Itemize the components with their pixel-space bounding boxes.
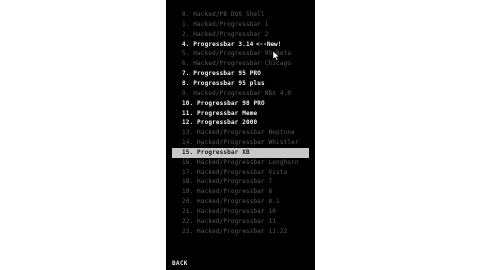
menu-item-label: 17. Hacked/Progressbar Vista <box>182 168 288 176</box>
menu-item-label: 9. Hacked/Progressbar NBX 4.0 <box>182 89 292 97</box>
menu-item-label: 2. Hacked/Progressbar 2 <box>182 30 269 38</box>
menu-item-label: 12. Progressbar 2000 <box>182 119 258 127</box>
new-tag-label: <--New! <box>256 40 282 48</box>
menu-item-label: 0. Hacked/PB DOS Shell <box>182 11 265 18</box>
menu-item-label: 18. Hacked/Progressbar 7 <box>182 178 273 186</box>
menu-item-label: 14. Hacked/Progressbar Whistler <box>182 139 299 147</box>
mouse-pointer-icon <box>273 51 280 61</box>
menu-item[interactable]: 23. Hacked/Progressbar 11.22 <box>172 227 309 237</box>
menu-item-label: 10. Progressbar 98 PRO <box>182 99 265 107</box>
menu-item[interactable]: 4. Progressbar 3.14 <box>172 40 309 50</box>
menu-item-label: 1. Hacked/Progressbar 1 <box>182 20 269 28</box>
menu-item[interactable]: 16. Hacked/Progressbar Longhorn <box>172 158 309 168</box>
menu-item[interactable]: 15. Progressbar XB <box>172 147 309 158</box>
menu-item-label: 22. Hacked/Progressbar 11 <box>182 217 277 225</box>
menu-item[interactable]: 18. Hacked/Progressbar 7 <box>172 177 309 187</box>
menu-item[interactable]: 19. Hacked/Progressbar 8 <box>172 187 309 197</box>
menu-item[interactable]: 8. Progressbar 95 plus <box>172 79 309 89</box>
menu-item-label: 20. Hacked/Progressbar 8.1 <box>182 198 280 206</box>
menu-item[interactable]: 1. Hacked/Progressbar 1 <box>172 20 309 30</box>
menu-item[interactable]: 17. Hacked/Progressbar Vista <box>172 168 309 178</box>
menu-item[interactable]: 0. Hacked/PB DOS Shell <box>172 10 309 20</box>
menu-item-label: 15. Progressbar XB <box>182 148 250 156</box>
menu-item[interactable]: 5. Hacked/Progressbar 95 Beta <box>172 49 309 59</box>
menu-item[interactable]: 22. Hacked/Progressbar 11 <box>172 217 309 227</box>
menu-item-label: 4. Progressbar 3.14 <box>182 40 254 48</box>
menu-item[interactable]: 2. Hacked/Progressbar 2 <box>172 30 309 40</box>
menu-item-label: 8. Progressbar 95 plus <box>182 79 265 87</box>
back-button[interactable]: BACK <box>172 260 188 267</box>
menu-item-label: 11. Progressbar Meme <box>182 109 258 117</box>
menu-item[interactable]: 21. Hacked/Progressbar 10 <box>172 207 309 217</box>
menu-item[interactable]: 7. Progressbar 95 PRO <box>172 69 309 79</box>
menu-item-label: 23. Hacked/Progressbar 11.22 <box>182 227 288 235</box>
dos-menu-screen: 0. Hacked/PB DOS Shell 1. Hacked/Progress… <box>166 0 315 270</box>
menu-item[interactable]: 20. Hacked/Progressbar 8.1 <box>172 197 309 207</box>
menu-item[interactable]: 11. Progressbar Meme <box>172 109 309 119</box>
menu-item-label: 19. Hacked/Progressbar 8 <box>182 188 273 196</box>
menu-item[interactable]: 13. Hacked/Progressbar Neptune <box>172 128 309 138</box>
menu-item-label: 6. Hacked/Progressbar Chicago <box>182 60 292 68</box>
menu-item[interactable]: 12. Progressbar 2000 <box>172 118 309 128</box>
menu-item[interactable]: 10. Progressbar 98 PRO <box>172 99 309 109</box>
menu-item-label: 13. Hacked/Progressbar Neptune <box>182 129 295 137</box>
menu-item[interactable]: 14. Hacked/Progressbar Whistler <box>172 138 309 148</box>
menu-item-label: 7. Progressbar 95 PRO <box>182 70 262 78</box>
menu-item-label: 21. Hacked/Progressbar 10 <box>182 208 277 215</box>
menu-item-label: 16. Hacked/Progressbar Longhorn <box>182 158 299 166</box>
menu-item[interactable]: 9. Hacked/Progressbar NBX 4.0 <box>172 89 309 99</box>
menu-item[interactable]: 6. Hacked/Progressbar Chicago <box>172 59 309 69</box>
